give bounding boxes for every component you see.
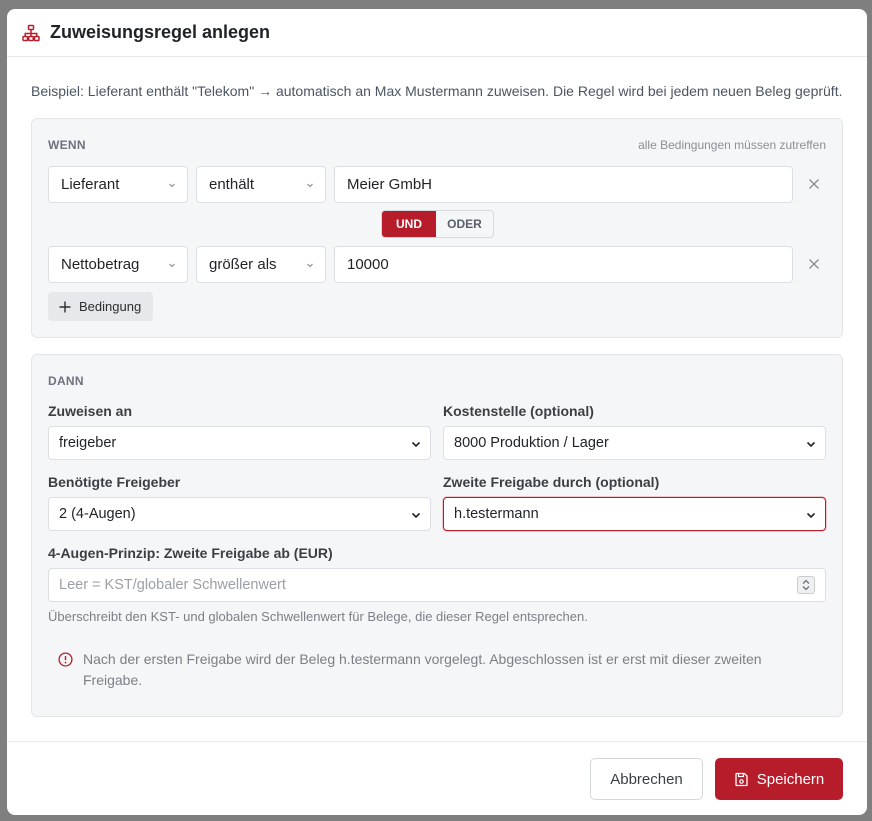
condition-1-value-text: Meier GmbH <box>347 176 433 193</box>
chevron-down-icon <box>307 183 313 188</box>
second-approval-select[interactable]: h.testermann <box>443 497 826 531</box>
info-note-text: Nach der ersten Freigabe wird der Beleg … <box>83 651 762 688</box>
second-approval-label: Zweite Freigabe durch (optional) <box>443 474 660 490</box>
condition-2-field-value: Nettobetrag <box>61 256 140 273</box>
cancel-button[interactable]: Abbrechen <box>590 758 703 800</box>
required-approvers-label: Benötigte Freigeber <box>48 474 181 490</box>
threshold-help-text: Überschreibt den KST- und globalen Schwe… <box>48 609 588 624</box>
sitemap-icon <box>22 24 40 42</box>
required-approvers-select[interactable]: 2 (4-Augen) <box>48 497 431 531</box>
info-note: Nach der ersten Freigabe wird der Beleg … <box>58 649 778 691</box>
condition-1-field-value: Lieferant <box>61 176 120 193</box>
threshold-label: 4-Augen-Prinzip: Zweite Freigabe ab (EUR… <box>48 545 333 561</box>
remove-condition-1-button[interactable] <box>804 174 824 194</box>
assignment-rule-dialog: Zuweisungsregel anlegen Beispiel: Liefer… <box>7 9 867 815</box>
assign-to-value: freigeber <box>59 435 117 451</box>
condition-1-operator-value: enthält <box>209 176 255 193</box>
chevron-down-icon <box>307 263 313 268</box>
intro-text: Beispiel: Lieferant enthält "Telekom" → … <box>31 83 843 99</box>
logic-und-button[interactable]: UND <box>382 211 436 237</box>
chevron-down-icon <box>806 441 816 448</box>
info-circle-icon <box>58 652 73 667</box>
required-approvers-value: 2 (4-Augen) <box>59 506 136 522</box>
close-icon <box>809 179 819 189</box>
chevron-down-icon <box>411 512 421 519</box>
condition-2-value-input[interactable]: 10000 <box>334 246 793 283</box>
dialog-title: Zuweisungsregel anlegen <box>50 22 271 42</box>
condition-2-value-text: 10000 <box>347 256 389 273</box>
number-spinner[interactable] <box>797 576 815 594</box>
cost-center-select[interactable]: 8000 Produktion / Lager <box>443 426 826 460</box>
condition-2-operator-value: größer als <box>209 256 277 273</box>
logic-oder-button[interactable]: ODER <box>436 211 493 237</box>
second-approval-value: h.testermann <box>454 506 539 522</box>
save-button-label: Speichern <box>756 770 825 788</box>
save-icon <box>735 772 748 786</box>
remove-condition-2-button[interactable] <box>804 254 824 274</box>
condition-1-value-input[interactable]: Meier GmbH <box>334 166 793 203</box>
conditions-hint: alle Bedingungen müssen zutreffen <box>638 138 826 152</box>
logic-toggle: UND ODER <box>381 210 494 238</box>
chevron-down-icon <box>806 512 816 519</box>
chevron-down-icon <box>169 263 175 268</box>
dialog-header: Zuweisungsregel anlegen <box>7 9 867 57</box>
cost-center-label: Kostenstelle (optional) <box>443 403 594 419</box>
close-icon <box>809 259 819 269</box>
condition-1-field-select[interactable]: Lieferant <box>48 166 188 203</box>
assign-to-select[interactable]: freigeber <box>48 426 431 460</box>
threshold-input[interactable]: Leer = KST/globaler Schwellenwert <box>48 568 826 602</box>
cost-center-value: 8000 Produktion / Lager <box>454 435 609 451</box>
assign-to-label: Zuweisen an <box>48 403 133 419</box>
condition-1-operator-select[interactable]: enthält <box>196 166 326 203</box>
chevron-down-icon <box>169 183 175 188</box>
spinner-arrows-icon <box>802 579 810 591</box>
plus-icon <box>59 301 71 312</box>
conditions-panel: WENN alle Bedingungen müssen zutreffen L… <box>31 118 843 338</box>
save-button[interactable]: Speichern <box>715 758 843 800</box>
actions-section-label: DANN <box>48 374 84 388</box>
actions-panel: DANN Zuweisen an freigeber Kostenstelle … <box>31 354 843 717</box>
add-condition-button[interactable]: Bedingung <box>48 292 154 321</box>
condition-2-operator-select[interactable]: größer als <box>196 246 326 283</box>
condition-2-field-select[interactable]: Nettobetrag <box>48 246 188 283</box>
threshold-placeholder: Leer = KST/globaler Schwellenwert <box>59 577 286 593</box>
chevron-down-icon <box>411 441 421 448</box>
add-condition-label: Bedingung <box>79 299 142 314</box>
conditions-section-label: WENN <box>48 138 86 152</box>
